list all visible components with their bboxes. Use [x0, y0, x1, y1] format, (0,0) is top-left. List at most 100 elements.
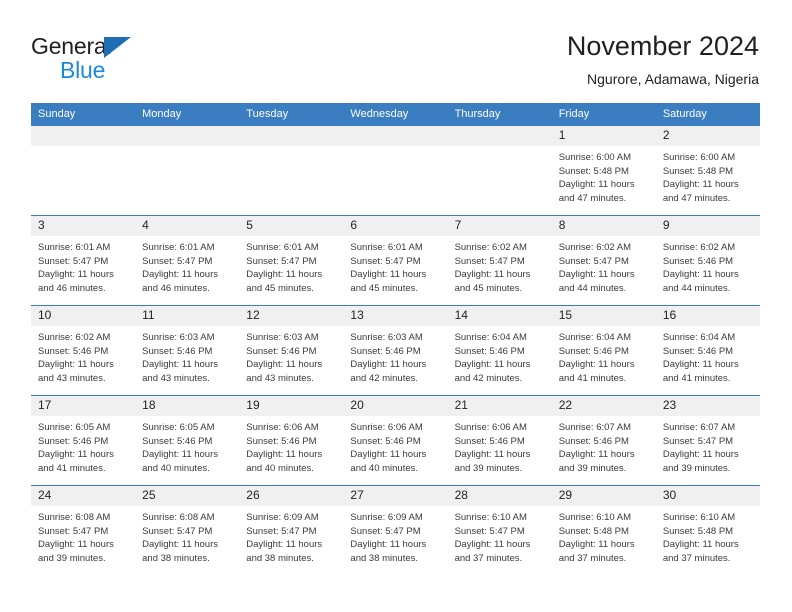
sunset-text: Sunset: 5:48 PM	[558, 165, 629, 177]
daylight-text-line2: and 46 minutes.	[142, 282, 210, 294]
sunrise-text: Sunrise: 6:05 AM	[38, 422, 111, 433]
day-number-band: 28	[447, 486, 552, 506]
daylight-text-line2: and 37 minutes.	[454, 552, 523, 564]
day-info: Sunrise: 6:02 AM Sunset: 5:47 PM Dayligh…	[448, 236, 552, 295]
sunset-text: Sunset: 5:47 PM	[142, 525, 213, 537]
day-cell[interactable]	[135, 126, 240, 215]
day-number	[31, 128, 38, 142]
day-number-band	[239, 126, 344, 146]
day-number-band: 13	[343, 306, 448, 326]
day-number: 21	[454, 398, 468, 412]
sunset-text: Sunset: 5:47 PM	[558, 255, 629, 267]
day-number: 7	[454, 218, 462, 232]
day-number-band: 4	[135, 216, 240, 236]
day-number	[448, 128, 455, 142]
day-cell[interactable]: 15 Sunrise: 6:04 AM Sunset: 5:46 PM Dayl…	[551, 306, 656, 395]
day-cell[interactable]: 26 Sunrise: 6:09 AM Sunset: 5:47 PM Dayl…	[239, 486, 344, 575]
day-number	[343, 128, 350, 142]
calendar-week-row: 3 Sunrise: 6:01 AM Sunset: 5:47 PM Dayli…	[31, 215, 760, 305]
page-subtitle: Ngurore, Adamawa, Nigeria	[587, 71, 759, 87]
sunrise-text: Sunrise: 6:03 AM	[246, 332, 319, 343]
sunset-text: Sunset: 5:47 PM	[38, 255, 109, 267]
day-cell[interactable]: 30 Sunrise: 6:10 AM Sunset: 5:48 PM Dayl…	[655, 486, 760, 575]
day-number-band: 9	[655, 216, 760, 236]
day-cell[interactable]: 16 Sunrise: 6:04 AM Sunset: 5:46 PM Dayl…	[655, 306, 760, 395]
day-cell[interactable]: 23 Sunrise: 6:07 AM Sunset: 5:47 PM Dayl…	[655, 396, 760, 485]
day-cell[interactable]: 8 Sunrise: 6:02 AM Sunset: 5:47 PM Dayli…	[551, 216, 656, 305]
day-cell[interactable]	[239, 126, 344, 215]
day-cell[interactable]: 24 Sunrise: 6:08 AM Sunset: 5:47 PM Dayl…	[31, 486, 136, 575]
day-cell[interactable]: 1 Sunrise: 6:00 AM Sunset: 5:48 PM Dayli…	[551, 126, 656, 215]
day-number-band: 15	[551, 306, 656, 326]
daylight-text-line1: Daylight: 11 hours	[246, 539, 323, 551]
day-cell[interactable]: 19 Sunrise: 6:06 AM Sunset: 5:46 PM Dayl…	[239, 396, 344, 485]
day-cell[interactable]: 22 Sunrise: 6:07 AM Sunset: 5:46 PM Dayl…	[551, 396, 656, 485]
weekday-header-wednesday: Wednesday	[350, 108, 409, 120]
day-number: 28	[454, 488, 468, 502]
sunset-text: Sunset: 5:48 PM	[662, 165, 734, 177]
weekday-header-tuesday: Tuesday	[246, 108, 289, 120]
daylight-text-line1: Daylight: 11 hours	[558, 269, 635, 281]
day-number: 4	[142, 218, 149, 232]
day-cell[interactable]: 6 Sunrise: 6:01 AM Sunset: 5:47 PM Dayli…	[343, 216, 448, 305]
sunrise-text: Sunrise: 6:07 AM	[558, 422, 632, 433]
day-cell[interactable]: 12 Sunrise: 6:03 AM Sunset: 5:46 PM Dayl…	[239, 306, 344, 395]
daylight-text-line2: and 38 minutes.	[142, 552, 210, 564]
day-number-band: 24	[31, 486, 136, 506]
sunrise-text: Sunrise: 6:05 AM	[142, 422, 215, 433]
day-info: Sunrise: 6:07 AM Sunset: 5:47 PM Dayligh…	[656, 416, 760, 475]
day-cell[interactable]: 17 Sunrise: 6:05 AM Sunset: 5:46 PM Dayl…	[31, 396, 136, 485]
day-cell[interactable]: 20 Sunrise: 6:06 AM Sunset: 5:46 PM Dayl…	[343, 396, 448, 485]
day-cell[interactable]: 18 Sunrise: 6:05 AM Sunset: 5:46 PM Dayl…	[135, 396, 240, 485]
sunrise-text: Sunrise: 6:00 AM	[558, 152, 632, 163]
day-cell[interactable]	[343, 126, 448, 215]
daylight-text-line1: Daylight: 11 hours	[662, 269, 739, 281]
day-number: 19	[246, 398, 260, 412]
daylight-text-line1: Daylight: 11 hours	[246, 269, 323, 281]
day-cell[interactable]: 21 Sunrise: 6:06 AM Sunset: 5:46 PM Dayl…	[447, 396, 552, 485]
daylight-text-line2: and 40 minutes.	[142, 462, 210, 474]
day-cell[interactable]	[31, 126, 136, 215]
sunset-text: Sunset: 5:46 PM	[662, 255, 734, 267]
day-number-band: 22	[551, 396, 656, 416]
daylight-text-line1: Daylight: 11 hours	[558, 539, 635, 551]
daylight-text-line2: and 42 minutes.	[454, 372, 523, 384]
daylight-text-line2: and 43 minutes.	[38, 372, 106, 384]
day-info: Sunrise: 6:10 AM Sunset: 5:48 PM Dayligh…	[552, 506, 656, 565]
day-cell[interactable]: 3 Sunrise: 6:01 AM Sunset: 5:47 PM Dayli…	[31, 216, 136, 305]
daylight-text-line2: and 40 minutes.	[350, 462, 419, 474]
daylight-text-line2: and 45 minutes.	[246, 282, 314, 294]
day-cell[interactable]: 5 Sunrise: 6:01 AM Sunset: 5:47 PM Dayli…	[239, 216, 344, 305]
daylight-text-line2: and 39 minutes.	[662, 462, 731, 474]
sunrise-text: Sunrise: 6:00 AM	[662, 152, 736, 163]
sunset-text: Sunset: 5:46 PM	[142, 345, 213, 357]
daylight-text-line2: and 47 minutes.	[558, 192, 627, 204]
day-cell[interactable]: 4 Sunrise: 6:01 AM Sunset: 5:47 PM Dayli…	[135, 216, 240, 305]
day-cell[interactable]: 27 Sunrise: 6:09 AM Sunset: 5:47 PM Dayl…	[343, 486, 448, 575]
day-cell[interactable]: 9 Sunrise: 6:02 AM Sunset: 5:46 PM Dayli…	[655, 216, 760, 305]
day-cell[interactable]: 10 Sunrise: 6:02 AM Sunset: 5:46 PM Dayl…	[31, 306, 136, 395]
day-cell[interactable]: 2 Sunrise: 6:00 AM Sunset: 5:48 PM Dayli…	[655, 126, 760, 215]
weekday-header-monday: Monday	[142, 108, 182, 120]
daylight-text-line1: Daylight: 11 hours	[246, 449, 323, 461]
sunset-text: Sunset: 5:47 PM	[38, 525, 109, 537]
day-cell[interactable]: 14 Sunrise: 6:04 AM Sunset: 5:46 PM Dayl…	[447, 306, 552, 395]
day-number-band: 26	[239, 486, 344, 506]
day-number-band: 14	[447, 306, 552, 326]
day-cell[interactable]: 25 Sunrise: 6:08 AM Sunset: 5:47 PM Dayl…	[135, 486, 240, 575]
day-number-band: 5	[239, 216, 344, 236]
day-cell[interactable]: 28 Sunrise: 6:10 AM Sunset: 5:47 PM Dayl…	[447, 486, 552, 575]
day-cell[interactable]	[447, 126, 552, 215]
day-number-band: 11	[135, 306, 240, 326]
weekday-header-row: Sunday Monday Tuesday Wednesday Thursday…	[31, 103, 760, 125]
day-number-band: 10	[31, 306, 136, 326]
sunrise-text: Sunrise: 6:01 AM	[350, 242, 423, 253]
day-cell[interactable]: 29 Sunrise: 6:10 AM Sunset: 5:48 PM Dayl…	[551, 486, 656, 575]
day-cell[interactable]: 11 Sunrise: 6:03 AM Sunset: 5:46 PM Dayl…	[135, 306, 240, 395]
day-number-band: 23	[655, 396, 760, 416]
day-cell[interactable]: 7 Sunrise: 6:02 AM Sunset: 5:47 PM Dayli…	[447, 216, 552, 305]
daylight-text-line2: and 44 minutes.	[662, 282, 731, 294]
day-cell[interactable]: 13 Sunrise: 6:03 AM Sunset: 5:46 PM Dayl…	[343, 306, 448, 395]
day-number: 2	[662, 128, 670, 142]
daylight-text-line2: and 39 minutes.	[454, 462, 523, 474]
